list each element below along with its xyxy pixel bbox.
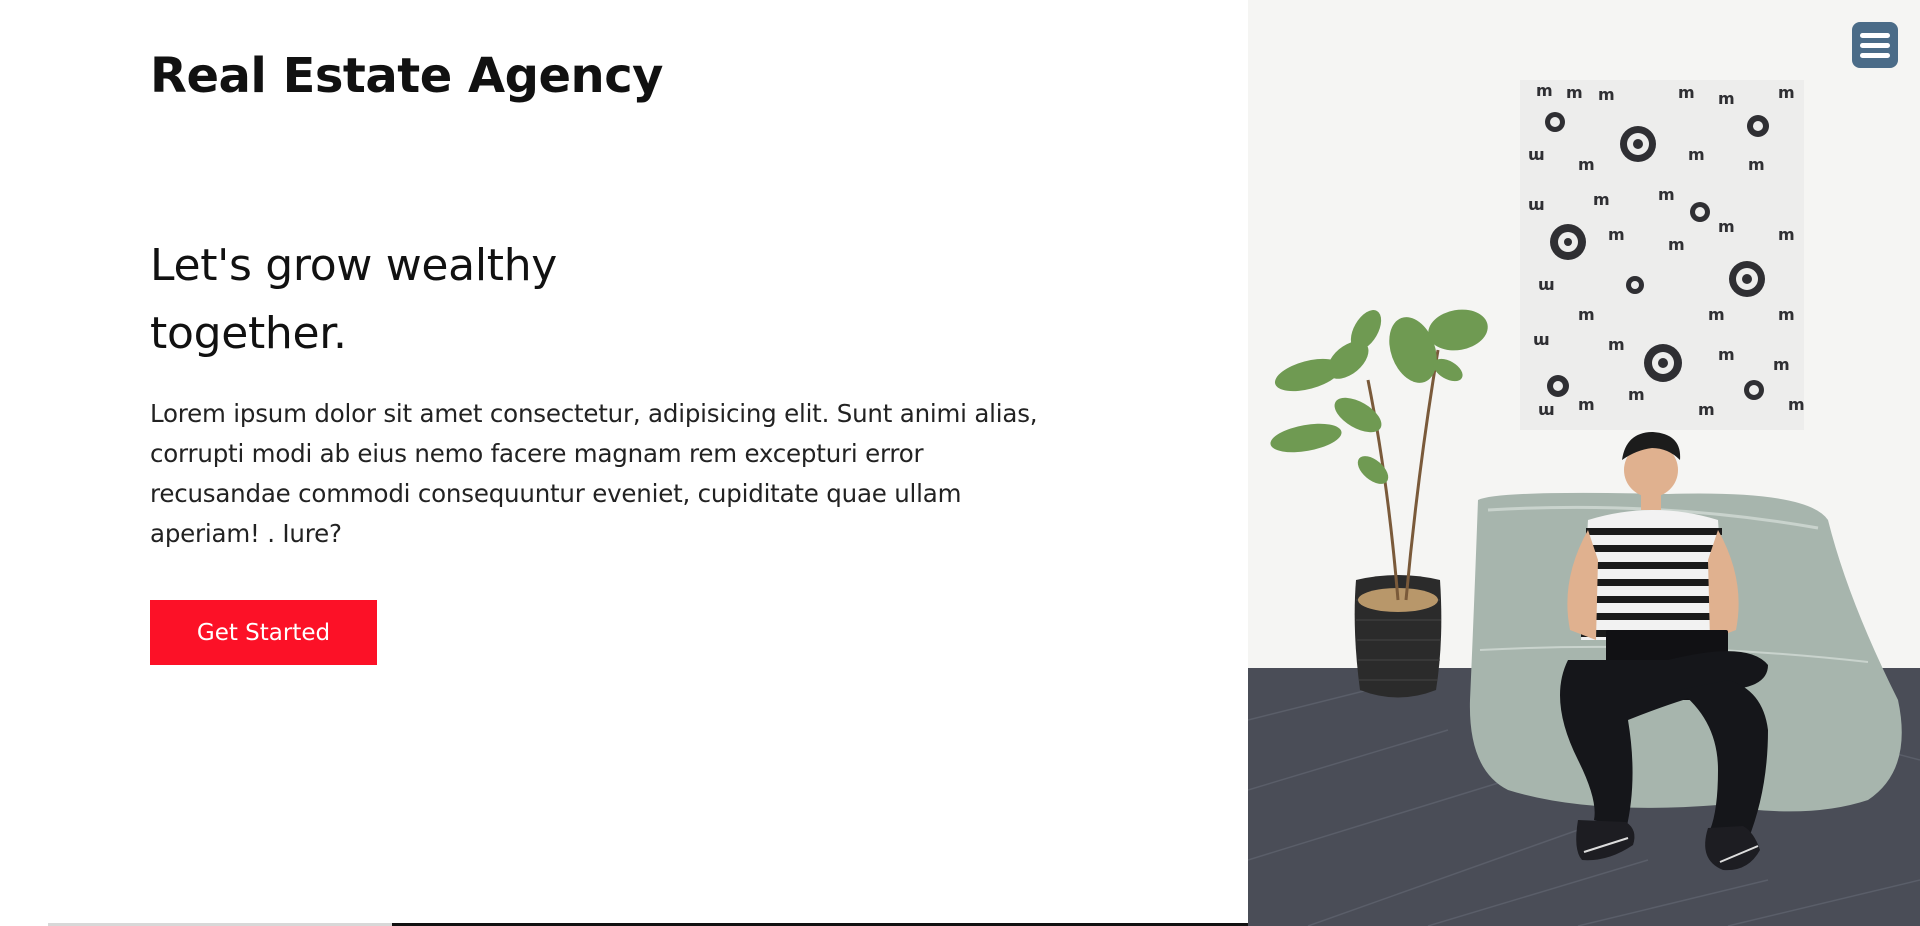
svg-text:ɯ: ɯ bbox=[1538, 275, 1555, 294]
svg-text:m: m bbox=[1698, 400, 1715, 419]
svg-text:m: m bbox=[1688, 145, 1705, 164]
svg-text:m: m bbox=[1778, 305, 1795, 324]
hero-description: Lorem ipsum dolor sit amet consectetur, … bbox=[150, 399, 1038, 548]
svg-text:m: m bbox=[1773, 355, 1790, 374]
svg-text:m: m bbox=[1718, 217, 1735, 236]
headline-line-1: Let's grow wealthy bbox=[150, 240, 558, 291]
svg-text:m: m bbox=[1718, 89, 1735, 108]
svg-text:m: m bbox=[1708, 305, 1725, 324]
svg-text:ɯ: ɯ bbox=[1528, 195, 1545, 214]
menu-bar-3 bbox=[1860, 52, 1890, 58]
svg-text:ɯ: ɯ bbox=[1533, 330, 1550, 349]
hero-photo: mmm mmm ɯmm mmm ɯmm ɯmm mmm ɯmm mmm mɯm bbox=[1248, 0, 1920, 926]
brand-title: Real Estate Agency bbox=[150, 48, 663, 104]
menu-bar-2 bbox=[1860, 42, 1890, 48]
svg-text:m: m bbox=[1748, 155, 1765, 174]
svg-text:m: m bbox=[1628, 385, 1645, 404]
svg-text:m: m bbox=[1608, 225, 1625, 244]
hero-headline: Let's grow wealthy together. bbox=[150, 232, 710, 368]
get-started-button[interactable]: Get Started bbox=[150, 600, 377, 665]
svg-text:m: m bbox=[1578, 305, 1595, 324]
hamburger-menu-icon[interactable] bbox=[1852, 22, 1898, 68]
svg-text:m: m bbox=[1658, 185, 1675, 204]
svg-text:ɯ: ɯ bbox=[1528, 145, 1545, 164]
svg-text:m: m bbox=[1718, 345, 1735, 364]
svg-text:m: m bbox=[1778, 225, 1795, 244]
svg-text:m: m bbox=[1578, 155, 1595, 174]
svg-text:m: m bbox=[1598, 85, 1615, 104]
menu-bar-1 bbox=[1860, 32, 1890, 38]
svg-text:m: m bbox=[1608, 335, 1625, 354]
svg-text:m: m bbox=[1593, 190, 1610, 209]
svg-text:m: m bbox=[1788, 395, 1805, 414]
headline-line-2: together. bbox=[150, 308, 347, 359]
hero-content: Real Estate Agency Let's grow wealthy to… bbox=[150, 0, 1050, 926]
svg-text:m: m bbox=[1578, 395, 1595, 414]
svg-text:m: m bbox=[1566, 83, 1583, 102]
svg-text:m: m bbox=[1536, 81, 1553, 100]
svg-text:m: m bbox=[1778, 83, 1795, 102]
svg-text:m: m bbox=[1678, 83, 1695, 102]
svg-text:ɯ: ɯ bbox=[1538, 400, 1555, 419]
svg-text:m: m bbox=[1668, 235, 1685, 254]
